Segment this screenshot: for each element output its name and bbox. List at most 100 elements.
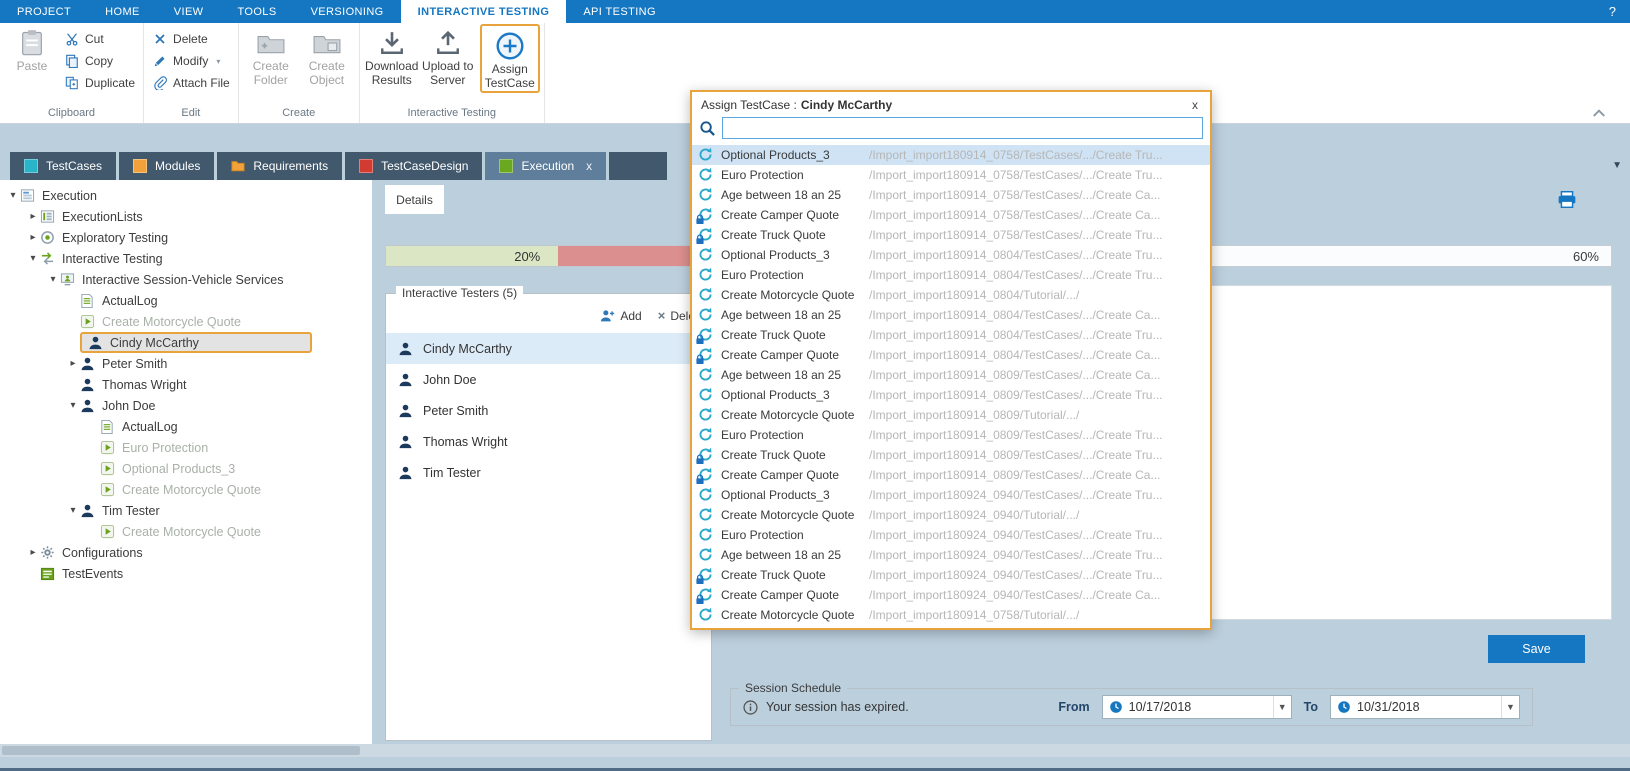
testcase-row-optional-products-3[interactable]: Optional Products_3/Import_import180924_… [692, 485, 1210, 505]
tree-item-create-motorcycle-quote[interactable]: Create Motorcycle Quote [0, 521, 372, 542]
scrollbar-thumb[interactable] [2, 746, 360, 755]
create-folder-button[interactable]: Create Folder [243, 23, 299, 88]
tab-hidden[interactable] [609, 152, 667, 180]
tree-item-configurations[interactable]: ▸Configurations [0, 542, 372, 563]
tester-row-tim-tester[interactable]: Tim Tester [386, 457, 711, 488]
menu-item-tools[interactable]: TOOLS [220, 0, 293, 23]
tree-item-cindy-mccarthy[interactable]: Cindy McCarthy [0, 332, 372, 353]
tree-item-tim-tester[interactable]: ▾Tim Tester [0, 500, 372, 521]
testcase-row-create-motorcycle-quote[interactable]: Create Motorcycle Quote/Import_import180… [692, 405, 1210, 425]
modify-button[interactable]: Modify ▾ [148, 53, 234, 69]
tree-item-actuallog[interactable]: ActualLog [0, 416, 372, 437]
tree-item-label: ActualLog [122, 420, 178, 434]
tree-item-interactive-testing[interactable]: ▾Interactive Testing [0, 248, 372, 269]
testcase-row-optional-products-3[interactable]: Optional Products_3/Import_import180914_… [692, 385, 1210, 405]
tab-close-icon[interactable]: x [586, 159, 592, 173]
ribbon-group-clipboard: Paste Cut Copy Duplicate Clipboard [0, 23, 143, 123]
testcase-row-create-motorcycle-quote[interactable]: Create Motorcycle Quote/Import_import180… [692, 605, 1210, 625]
to-date-select[interactable]: 10/31/2018 ▼ [1330, 695, 1520, 719]
download-results-button[interactable]: Download Results [364, 23, 420, 88]
testcase-row-euro-protection[interactable]: Euro Protection/Import_import180914_0809… [692, 425, 1210, 445]
testcase-row-create-truck-quote[interactable]: Create Truck Quote/Import_import180914_0… [692, 225, 1210, 245]
session-progress-bar: 20% [385, 245, 712, 267]
upload-to-server-button[interactable]: Upload to Server [420, 23, 476, 88]
assign-testcase-button[interactable]: Assign TestCase [482, 26, 538, 91]
tree-item-create-motorcycle-quote[interactable]: Create Motorcycle Quote [0, 479, 372, 500]
tree-item-optional-products-3[interactable]: Optional Products_3 [0, 458, 372, 479]
collapse-arrow-icon[interactable]: ▾ [46, 274, 60, 285]
menu-item-project[interactable]: PROJECT [0, 0, 88, 23]
testcase-row-create-truck-quote[interactable]: Create Truck Quote/Import_import180914_0… [692, 325, 1210, 345]
tree-item-actuallog[interactable]: ActualLog [0, 290, 372, 311]
ribbon-collapse-button[interactable] [1592, 107, 1606, 117]
expand-arrow-icon[interactable]: ▸ [66, 358, 80, 369]
tab-testcases[interactable]: TestCases [10, 152, 116, 180]
tree-item-peter-smith[interactable]: ▸Peter Smith [0, 353, 372, 374]
menu-item-versioning[interactable]: VERSIONING [294, 0, 401, 23]
expand-arrow-icon[interactable]: ▸ [26, 232, 40, 243]
search-input[interactable] [722, 117, 1203, 139]
collapse-arrow-icon[interactable]: ▾ [26, 253, 40, 264]
testcase-row-euro-protection[interactable]: Euro Protection/Import_import180914_0804… [692, 265, 1210, 285]
print-icon[interactable] [1557, 190, 1577, 209]
close-icon[interactable]: x [1189, 98, 1201, 112]
testcase-row-age-between-18-an-25[interactable]: Age between 18 an 25/Import_import180914… [692, 365, 1210, 385]
help-button[interactable]: ? [1595, 0, 1630, 23]
delete-button[interactable]: Delete [148, 31, 234, 47]
tab-testcasedesign[interactable]: TestCaseDesign [345, 152, 482, 180]
testcase-row-optional-products-3[interactable]: Optional Products_3/Import_import180914_… [692, 245, 1210, 265]
testcase-row-create-motorcycle-quote[interactable]: Create Motorcycle Quote/Import_import180… [692, 505, 1210, 525]
dropdown-arrow-icon[interactable]: ▼ [1501, 696, 1519, 718]
tree-item-john-doe[interactable]: ▾John Doe [0, 395, 372, 416]
tab-requirements[interactable]: Requirements [217, 152, 342, 180]
collapse-arrow-icon[interactable]: ▾ [66, 400, 80, 411]
menu-item-view[interactable]: VIEW [157, 0, 221, 23]
tab-details[interactable]: Details [385, 185, 444, 214]
testcase-row-age-between-18-an-25[interactable]: Age between 18 an 25/Import_import180924… [692, 545, 1210, 565]
tree-item-euro-protection[interactable]: Euro Protection [0, 437, 372, 458]
tree-item-testevents[interactable]: TestEvents [0, 563, 372, 584]
testcase-row-create-truck-quote[interactable]: Create Truck Quote/Import_import180924_0… [692, 565, 1210, 585]
from-date-select[interactable]: 10/17/2018 ▼ [1102, 695, 1292, 719]
add-tester-button[interactable]: Add [600, 308, 641, 323]
tree-item-execution[interactable]: ▾Execution [0, 185, 372, 206]
tester-row-peter-smith[interactable]: Peter Smith [386, 395, 711, 426]
cut-button[interactable]: Cut [60, 31, 139, 47]
tester-row-john-doe[interactable]: John Doe [386, 364, 711, 395]
tree-item-interactive-session-vehicle-services[interactable]: ▾Interactive Session-Vehicle Services [0, 269, 372, 290]
tree-item-executionlists[interactable]: ▸ExecutionLists [0, 206, 372, 227]
copy-button[interactable]: Copy [60, 53, 139, 69]
testcase-row-euro-protection[interactable]: Euro Protection/Import_import180914_0758… [692, 165, 1210, 185]
paste-button[interactable]: Paste [4, 23, 60, 74]
testcase-row-create-camper-quote[interactable]: Create Camper Quote/Import_import180914_… [692, 465, 1210, 485]
menu-item-api-testing[interactable]: API TESTING [566, 0, 673, 23]
tree-item-create-motorcycle-quote[interactable]: Create Motorcycle Quote [0, 311, 372, 332]
testcase-row-optional-products-3[interactable]: Optional Products_3/Import_import180914_… [692, 145, 1210, 165]
testcase-row-create-camper-quote[interactable]: Create Camper Quote/Import_import180914_… [692, 345, 1210, 365]
tab-modules[interactable]: Modules [119, 152, 214, 180]
dropdown-arrow-icon[interactable]: ▼ [1273, 696, 1291, 718]
tester-row-cindy-mccarthy[interactable]: Cindy McCarthy [386, 333, 711, 364]
create-object-button[interactable]: Create Object [299, 23, 355, 88]
tree-item-exploratory-testing[interactable]: ▸Exploratory Testing [0, 227, 372, 248]
testcase-row-create-truck-quote[interactable]: Create Truck Quote/Import_import180914_0… [692, 445, 1210, 465]
menu-item-home[interactable]: HOME [88, 0, 157, 23]
testcase-row-age-between-18-an-25[interactable]: Age between 18 an 25/Import_import180914… [692, 185, 1210, 205]
tree-item-thomas-wright[interactable]: Thomas Wright [0, 374, 372, 395]
menu-item-interactive-testing[interactable]: INTERACTIVE TESTING [401, 0, 567, 23]
expand-arrow-icon[interactable]: ▸ [26, 211, 40, 222]
testcase-row-create-camper-quote[interactable]: Create Camper Quote/Import_import180924_… [692, 585, 1210, 605]
testcase-row-create-motorcycle-quote[interactable]: Create Motorcycle Quote/Import_import180… [692, 285, 1210, 305]
collapse-arrow-icon[interactable]: ▾ [66, 505, 80, 516]
testcase-row-age-between-18-an-25[interactable]: Age between 18 an 25/Import_import180914… [692, 305, 1210, 325]
attach-file-button[interactable]: Attach File [148, 75, 234, 91]
testcase-row-euro-protection[interactable]: Euro Protection/Import_import180924_0940… [692, 525, 1210, 545]
duplicate-button[interactable]: Duplicate [60, 75, 139, 91]
expand-arrow-icon[interactable]: ▸ [26, 547, 40, 558]
tester-row-thomas-wright[interactable]: Thomas Wright [386, 426, 711, 457]
horizontal-scrollbar[interactable] [0, 744, 1630, 757]
testcase-row-create-camper-quote[interactable]: Create Camper Quote/Import_import180914_… [692, 205, 1210, 225]
save-button[interactable]: Save [1488, 635, 1585, 663]
tab-execution[interactable]: Executionx [485, 152, 606, 180]
collapse-arrow-icon[interactable]: ▾ [6, 190, 20, 201]
